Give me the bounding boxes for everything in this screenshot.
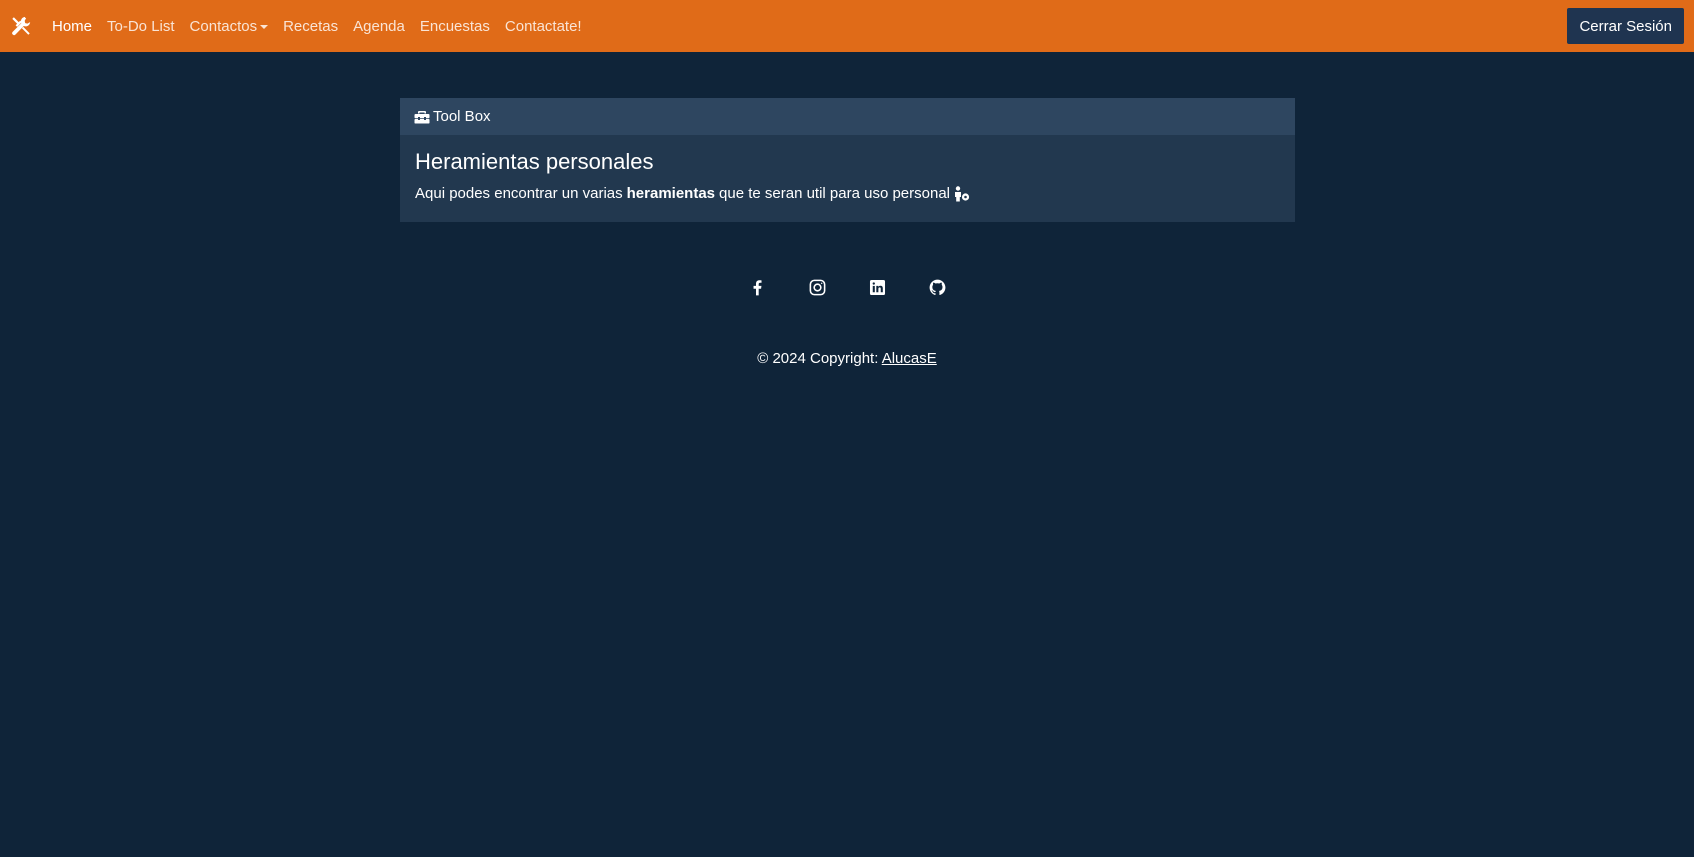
card-text-after: que te seran util para uso personal <box>719 185 950 202</box>
nav-home[interactable]: Home <box>52 18 92 35</box>
social-links <box>745 275 950 299</box>
toolbox-icon <box>414 110 430 124</box>
nav-links: Home To-Do List Contactos Recetas Agenda… <box>52 0 597 52</box>
tools-icon[interactable] <box>10 15 32 37</box>
chevron-down-icon <box>260 24 269 29</box>
copyright-text: © 2024 Copyright: <box>757 350 879 367</box>
nav-contactos-label: Contactos <box>189 17 258 35</box>
card-text-before: Aqui podes encontrar un varias <box>415 185 623 202</box>
user-gear-icon <box>953 185 971 202</box>
linkedin-icon[interactable] <box>866 275 890 299</box>
footer: © 2024 Copyright: AlucasE <box>0 350 1694 367</box>
github-icon[interactable] <box>926 275 950 299</box>
card-text-bold: heramientas <box>626 185 716 202</box>
card-text: Aqui podes encontrar un varias heramient… <box>415 185 1280 202</box>
nav-contactos-dropdown[interactable]: Contactos <box>190 18 269 35</box>
card-title: Heramientas personales <box>415 149 654 174</box>
instagram-icon[interactable] <box>805 275 829 299</box>
author-link[interactable]: AlucasE <box>882 350 937 367</box>
navbar: Home To-Do List Contactos Recetas Agenda… <box>0 0 1694 52</box>
nav-recetas[interactable]: Recetas <box>283 18 338 35</box>
facebook-icon[interactable] <box>745 275 769 299</box>
card-header: Tool Box <box>400 98 1295 135</box>
nav-encuestas[interactable]: Encuestas <box>420 18 490 35</box>
toolbox-card: Tool Box Heramientas personales Aqui pod… <box>400 98 1295 222</box>
nav-todo-list[interactable]: To-Do List <box>107 18 175 35</box>
logout-button[interactable]: Cerrar Sesión <box>1567 8 1684 44</box>
card-body: Heramientas personales Aqui podes encont… <box>400 135 1295 216</box>
nav-contactate[interactable]: Contactate! <box>505 18 582 35</box>
nav-agenda[interactable]: Agenda <box>353 18 405 35</box>
card-header-title: Tool Box <box>433 108 491 125</box>
